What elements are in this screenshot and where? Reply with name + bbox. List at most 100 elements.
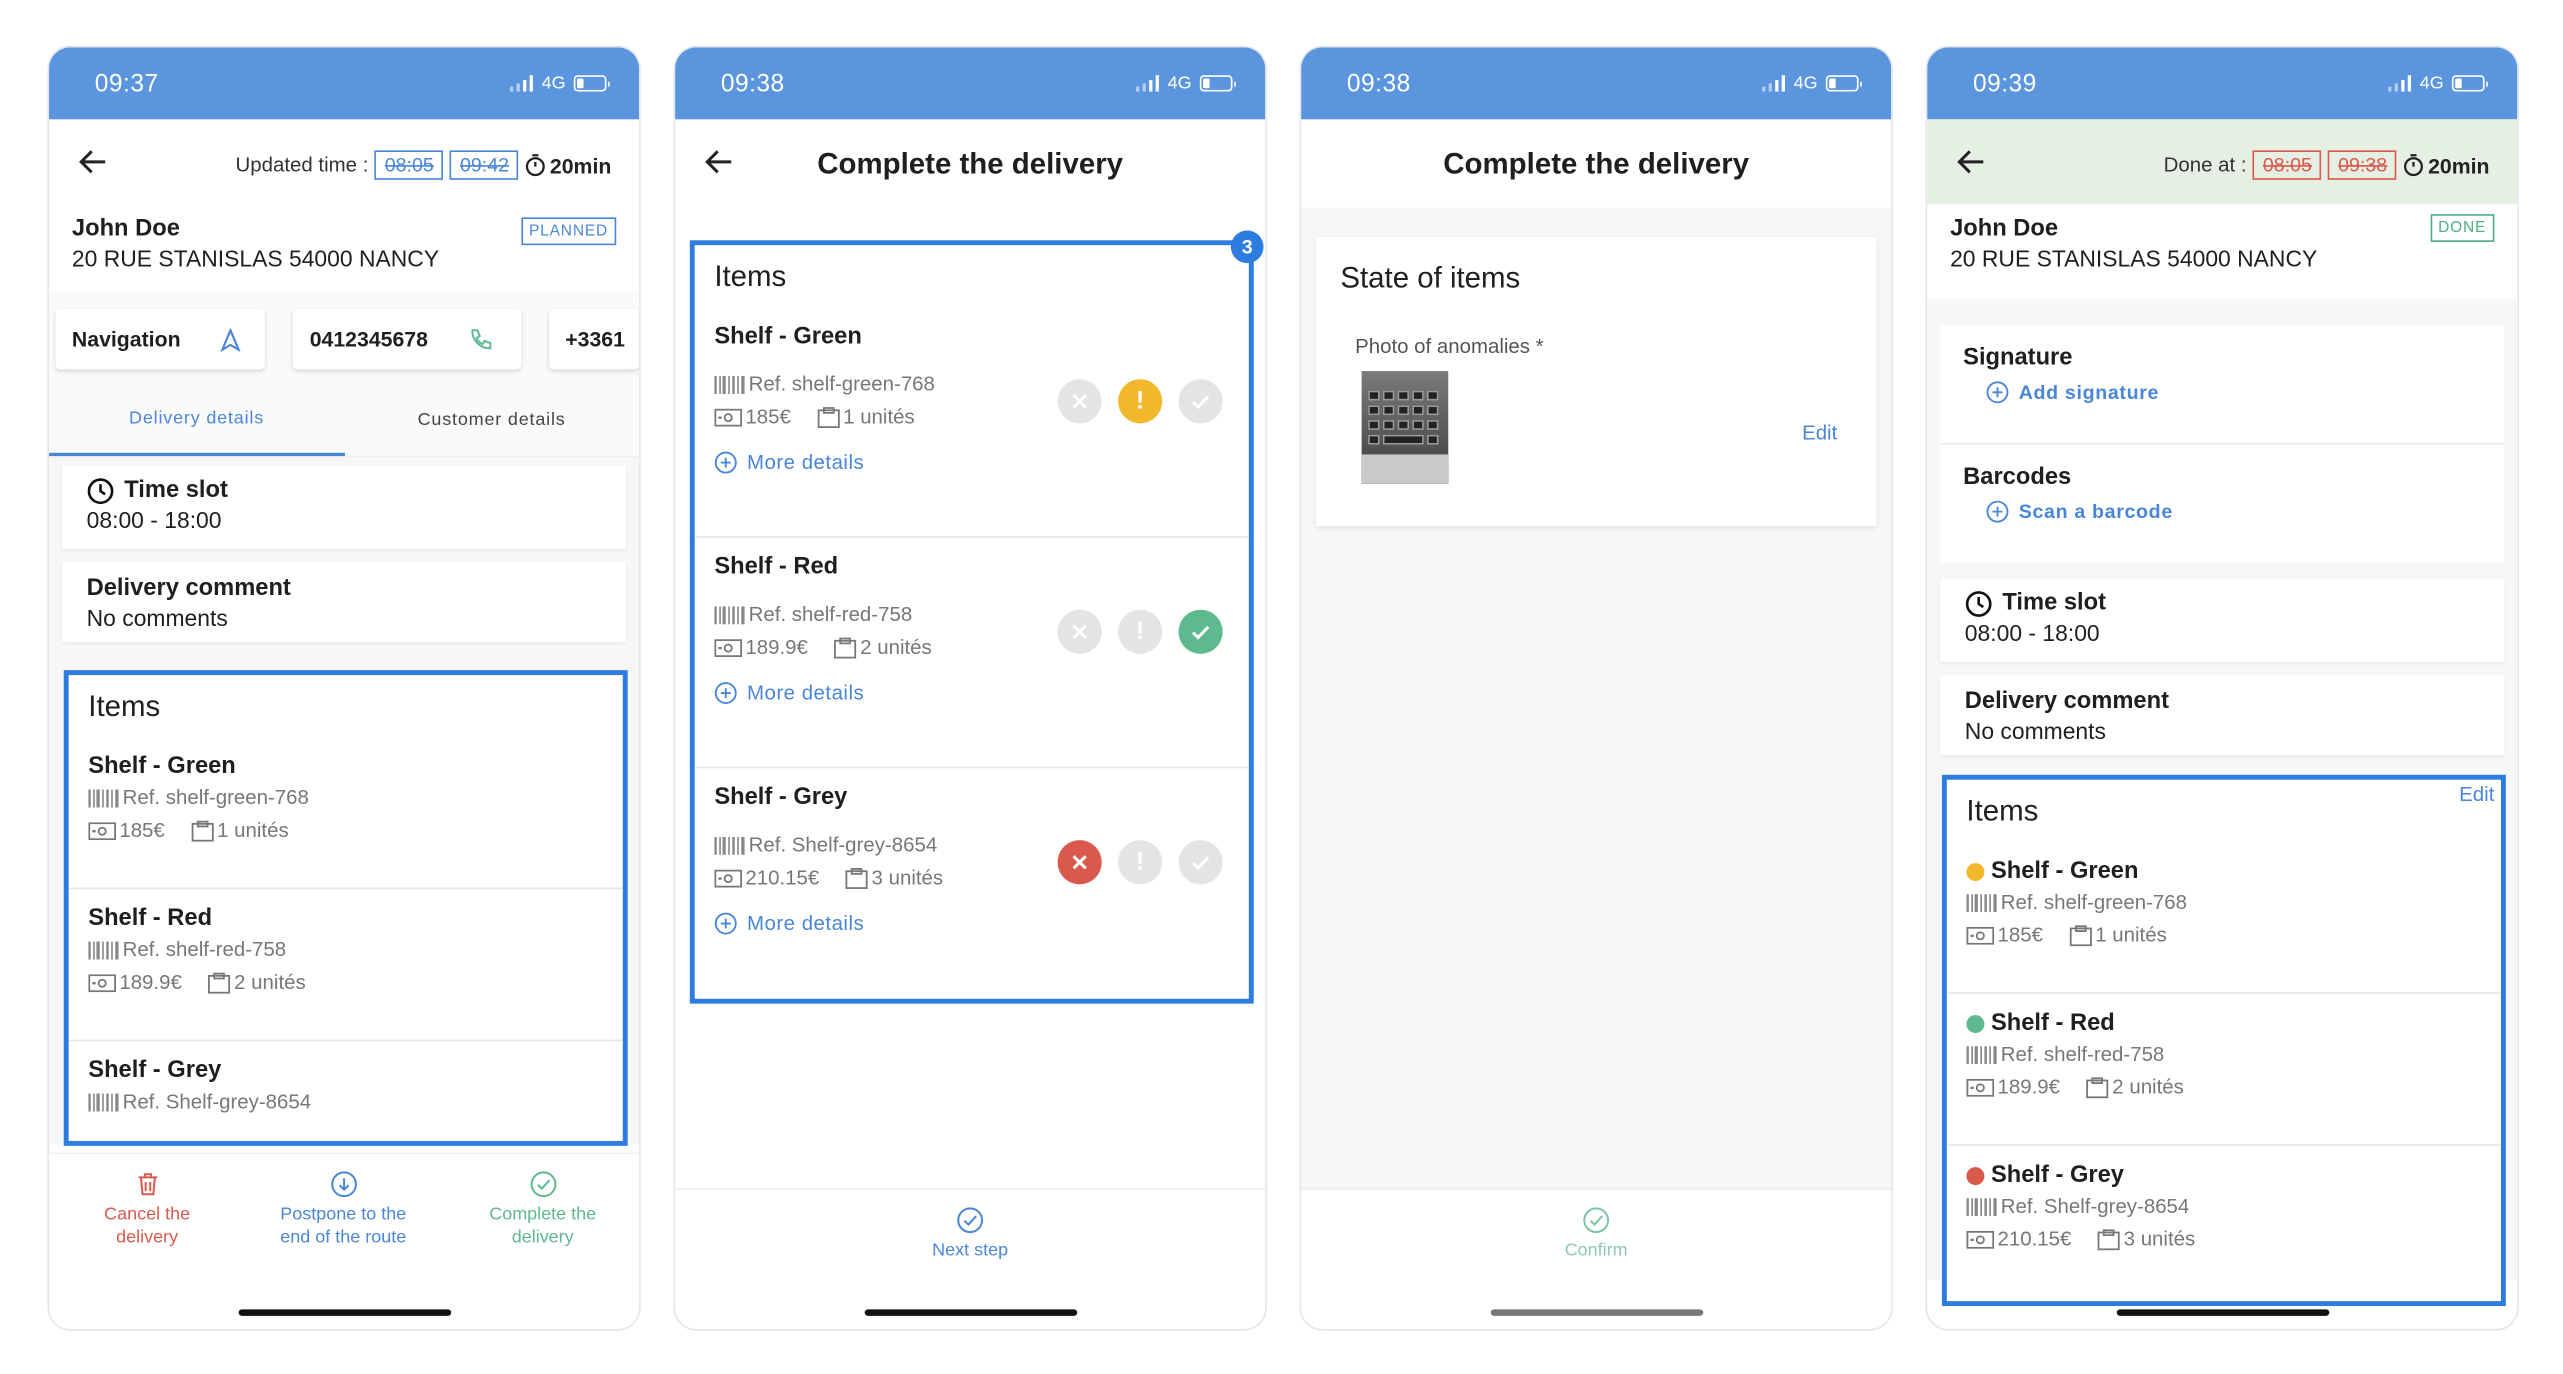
more-details-link[interactable]: More details [714,912,1229,935]
ok-state-button[interactable] [1178,609,1223,654]
plus-circle-icon [714,912,737,935]
phone2-button[interactable]: +3361 [548,308,640,370]
state-of-items-title: State of items [1340,261,1521,295]
item-name: Shelf - Red [714,554,839,581]
list-item[interactable]: Shelf - Grey Ref. Shelf-grey-8654 [69,1041,623,1139]
updated-time: Updated time : 08:05 09:42 20min [235,150,611,180]
signal-icon [1761,75,1786,92]
state-of-items-card: State of items Photo of anomalies * Edit [1315,237,1877,527]
item-price: 189.9€ [745,635,808,659]
anomaly-photo[interactable] [1361,371,1449,484]
phone2-label: +3361 [565,326,625,352]
back-arrow-icon[interactable] [1953,144,1989,180]
stopwatch-icon [2404,154,2425,177]
item-ref: Ref. Shelf-grey-8654 [748,833,938,857]
status-badge: PLANNED [520,217,617,246]
delivery-comment-value: No comments [1964,717,2106,744]
anomaly-state-button[interactable]: ! [1118,379,1163,424]
x-icon [1069,852,1090,873]
anomaly-state-button[interactable]: ! [1118,840,1163,885]
list-item[interactable]: Shelf - Red Ref. shelf-red-758 189.9€ 2 u… [1946,994,2501,1146]
navigation-button[interactable]: Navigation [55,308,266,370]
done-time: Done at : 08:05 09:38 20min [2163,150,2489,180]
phone-screen-1: 09:37 4G Updated time : 08:05 09:42 20mi… [47,45,641,1331]
navigation-icon [221,327,242,351]
confirm-button[interactable]: Confirm [1301,1206,1891,1262]
status-time: 09:37 [94,69,159,98]
item-quantity: 2 unités [860,635,932,659]
complete-label-line2: delivery [511,1227,574,1248]
quantity-icon [2069,924,2092,945]
cancel-delivery-button[interactable]: Cancel the delivery [85,1170,209,1248]
phone-button[interactable]: 0412345678 [293,308,522,370]
edit-photo-link[interactable]: Edit [1802,422,1837,445]
customer-header: John Doe 20 RUE STANISLAS 54000 NANCY DO… [1927,204,2517,299]
time-slot-value: 08:00 - 18:00 [86,506,222,533]
customer-address: 20 RUE STANISLAS 54000 NANCY [71,245,440,272]
price-icon [88,973,116,991]
x-icon [1069,621,1090,642]
home-indicator [2115,1309,2329,1316]
list-item[interactable]: Shelf - Grey Ref. Shelf-grey-8654 210.15… [1947,1146,2501,1298]
item-quantity: 1 unités [217,818,289,842]
tab-customer-details[interactable]: Customer details [344,384,639,456]
more-details-link[interactable]: More details [714,451,1229,474]
signal-icon [509,75,534,92]
complete-delivery-button[interactable]: Complete the delivery [467,1170,617,1248]
back-arrow-icon[interactable] [701,144,737,180]
next-step-button[interactable]: Next step [675,1206,1265,1262]
exclamation-icon: ! [1136,848,1145,877]
quantity-icon [2097,1228,2120,1249]
refuse-state-button[interactable] [1057,609,1102,654]
price-icon [714,638,742,656]
ok-status-dot [1966,1014,1985,1033]
network-label: 4G [541,73,566,94]
old-time: 08:05 [374,150,444,180]
list-item: Shelf - Green Ref. shelf-green-768 185€ 1… [694,307,1249,538]
edit-items-link[interactable]: Edit [2459,783,2494,806]
item-name: Shelf - Green [714,323,862,350]
clock-icon [1965,589,1993,617]
time-slot-title: Time slot [124,477,228,504]
more-details-label: More details [747,451,865,475]
item-ref: Ref. shelf-red-758 [748,603,913,627]
refuse-state-button[interactable] [1057,840,1102,885]
postpone-button[interactable]: Postpone to the end of the route [262,1170,425,1248]
status-bar: 09:37 4G [49,47,640,120]
scan-barcode-button[interactable]: Scan a barcode [1963,500,2481,523]
confirm-label: Confirm [1564,1240,1628,1261]
status-time: 09:39 [1972,69,2037,98]
plus-circle-icon [1986,500,2009,523]
barcode-icon [88,941,119,959]
back-arrow-icon[interactable] [75,144,111,180]
item-ref: Ref. shelf-green-768 [122,786,309,810]
list-item[interactable]: Shelf - Green Ref. shelf-green-768 185€ 1… [68,737,623,890]
list-item[interactable]: Shelf - Red Ref. shelf-red-758 189.9€ 2 u… [68,889,623,1042]
ok-state-button[interactable] [1178,379,1223,424]
anomaly-status-dot [1966,862,1985,881]
check-icon [1190,391,1211,412]
anomaly-state-button[interactable]: ! [1118,609,1163,654]
tab-delivery-details[interactable]: Delivery details [49,384,345,457]
item-quantity: 1 unités [843,405,915,429]
photo-label: Photo of anomalies * [1355,335,1544,358]
barcode-icon [88,1093,119,1111]
refused-status-dot [1966,1166,1985,1185]
refuse-state-button[interactable] [1057,379,1102,424]
delivery-comment-card: Delivery comment No comments [1940,675,2505,756]
postpone-label-line1: Postpone to the [280,1204,407,1225]
price-icon [714,408,742,426]
barcode-icon [88,789,119,807]
more-details-link[interactable]: More details [714,682,1229,705]
add-signature-button[interactable]: Add signature [1963,381,2481,404]
done-time-label: Done at : [2163,153,2247,177]
list-item[interactable]: Shelf - Green Ref. shelf-green-768 185€ 1… [1946,842,2501,994]
bottom-action-bar: Confirm [1301,1188,1892,1329]
item-price: 189.9€ [119,970,182,994]
ok-state-button[interactable] [1178,840,1223,885]
barcodes-title: Barcodes [1963,464,2072,491]
trash-icon [137,1173,157,1196]
add-signature-label: Add signature [2018,380,2160,404]
time-slot-value: 08:00 - 18:00 [1964,619,2100,646]
price-icon [1966,1078,1994,1096]
